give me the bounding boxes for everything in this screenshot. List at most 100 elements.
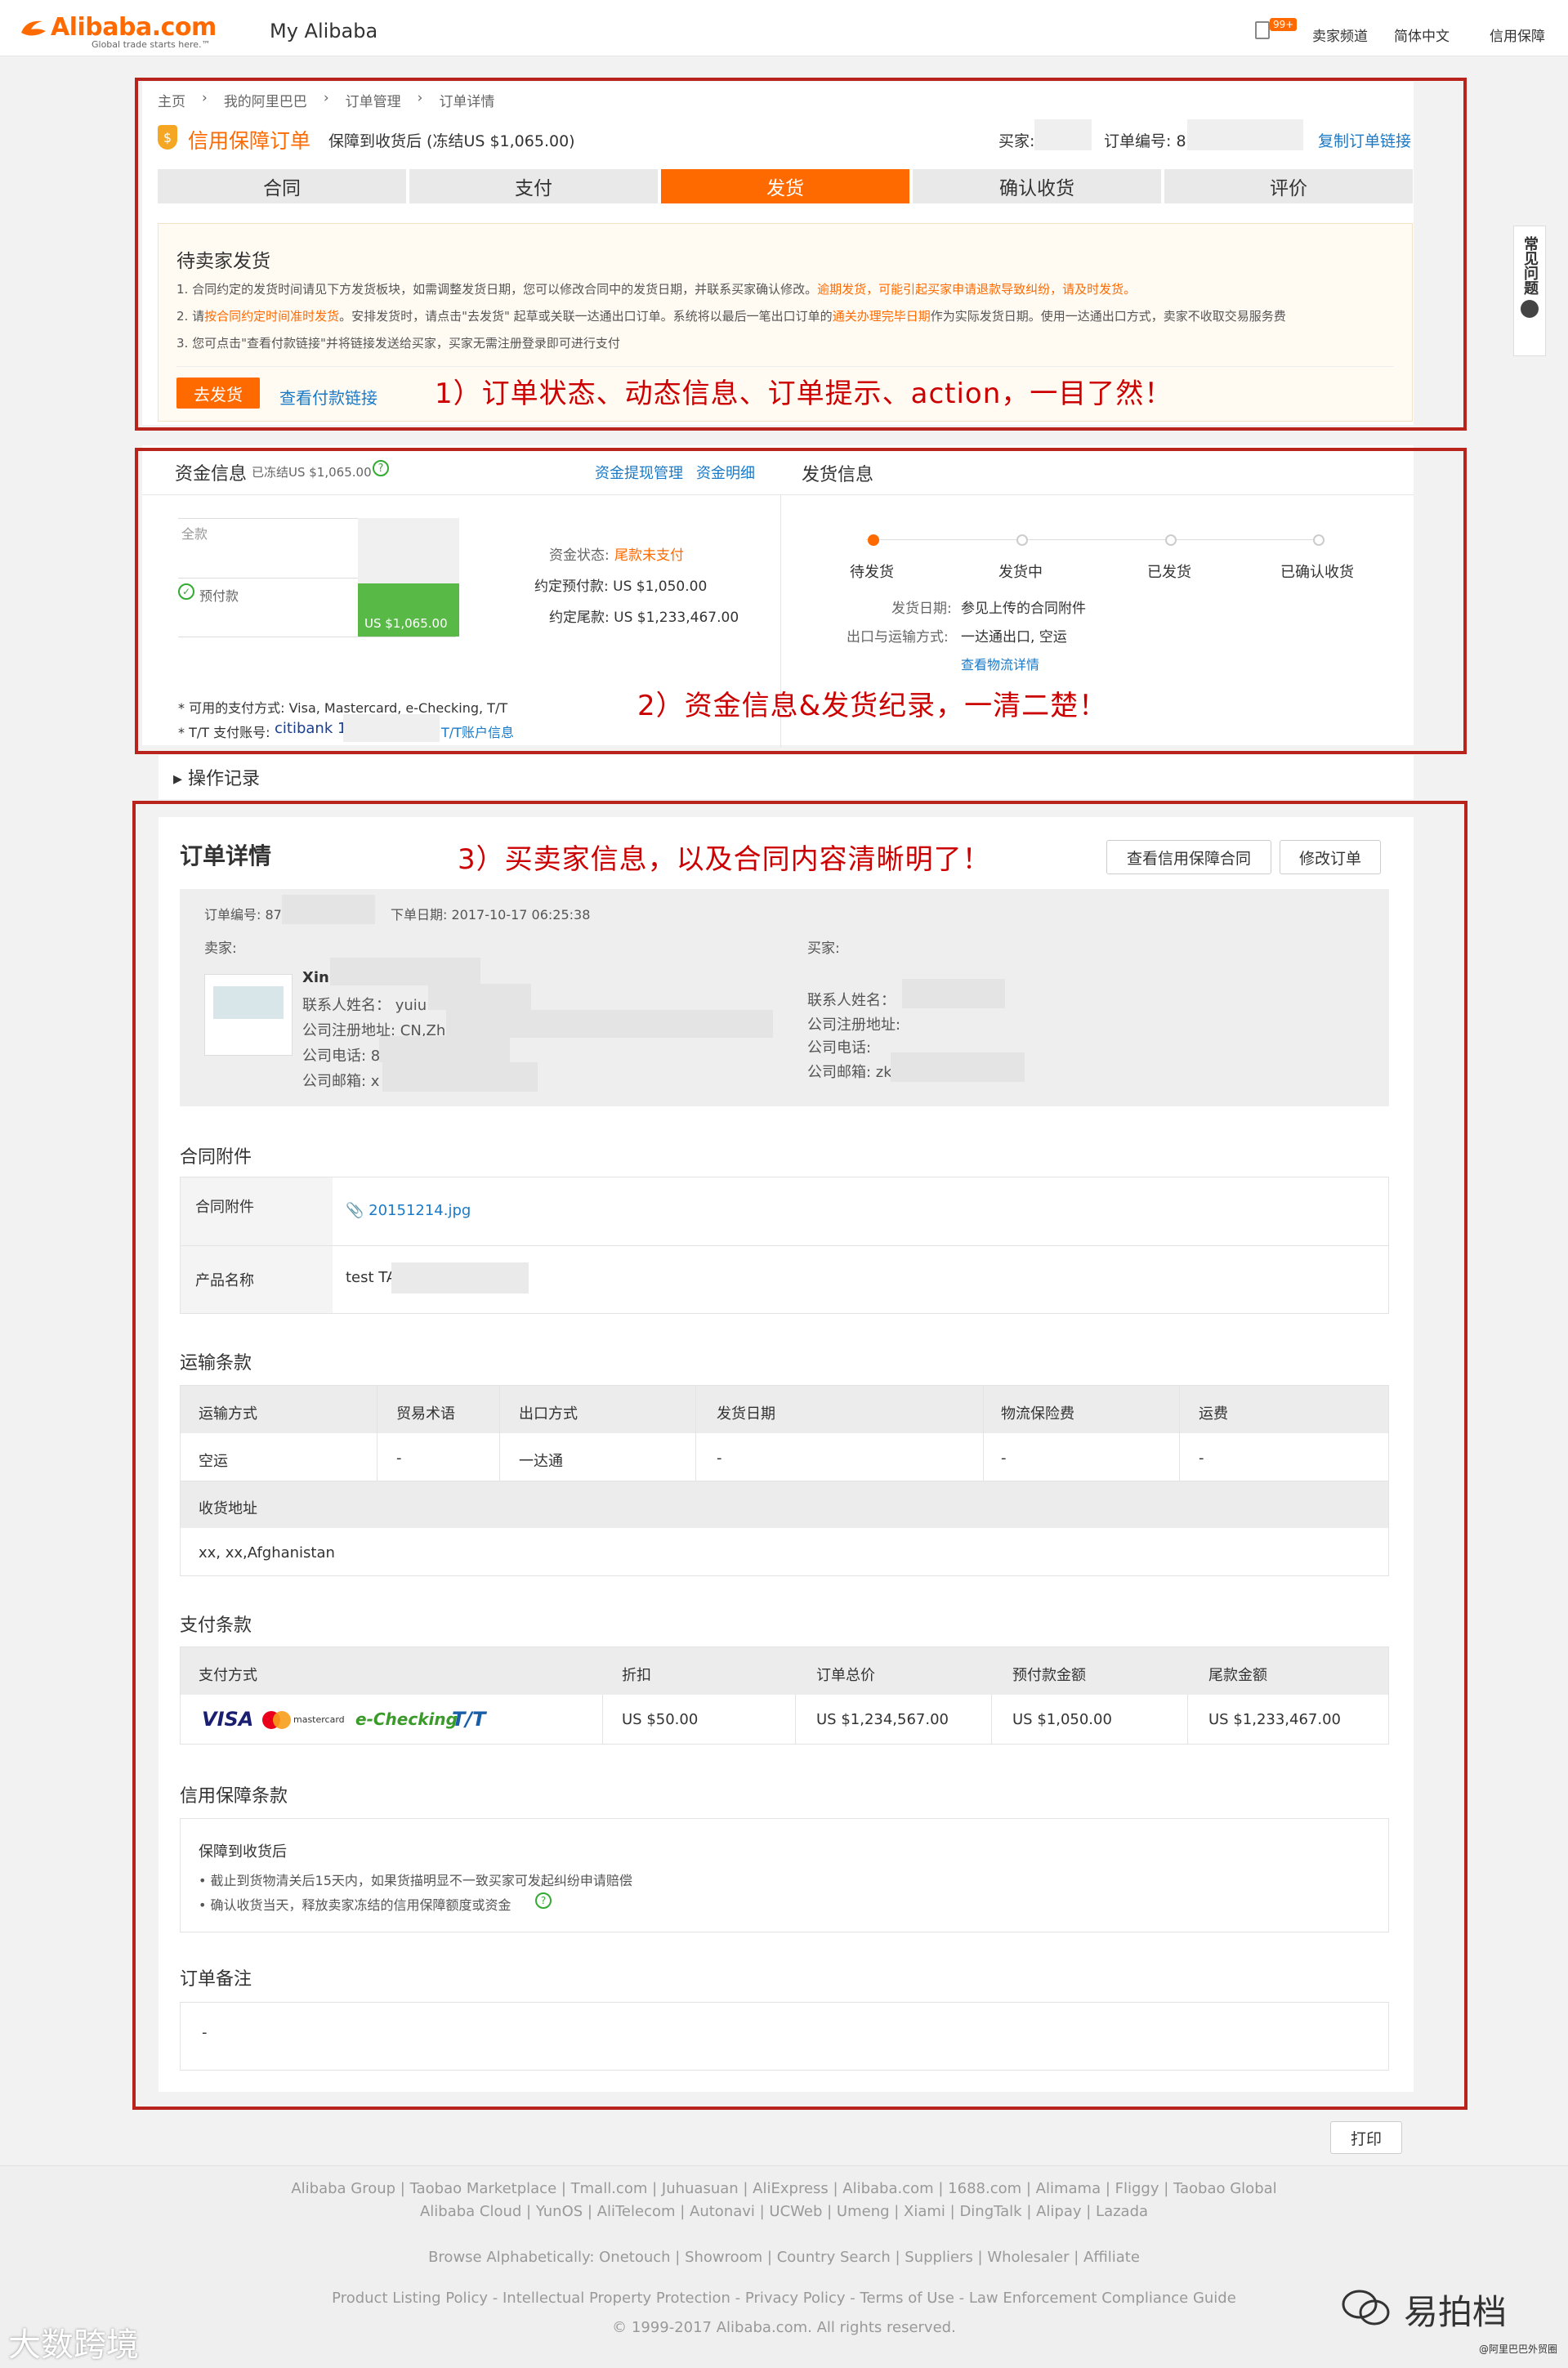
funds-title: 资金信息 bbox=[175, 464, 248, 485]
divider bbox=[499, 1386, 500, 1481]
breadcrumb-current: 订单详情 bbox=[439, 94, 495, 110]
transport-h-incoterm: 贸易术语 bbox=[396, 1405, 455, 1423]
breadcrumb-home[interactable]: 主页 bbox=[158, 90, 185, 110]
footer-copyright: © 1999-2017 Alibaba.com. All rights rese… bbox=[612, 2319, 956, 2336]
footer-links-3[interactable]: Browse Alphabetically: Onetouch | Showro… bbox=[0, 2249, 1568, 2266]
transport-date: - bbox=[717, 1450, 722, 1467]
address-value: xx, xx,Afghanistan bbox=[199, 1544, 335, 1562]
message-icon[interactable] bbox=[1255, 21, 1270, 39]
seller-contact: 联系人姓名： yuiu bbox=[302, 997, 427, 1014]
mastercard-label: mastercard bbox=[293, 1714, 345, 1725]
divider bbox=[991, 1695, 992, 1744]
shipping-dot-in-progress bbox=[1016, 534, 1028, 546]
transport-export: 一达通 bbox=[519, 1453, 563, 1470]
buyer-contact: 联系人姓名： bbox=[807, 992, 896, 1009]
ship-method-value: 一达通出口, 空运 bbox=[961, 629, 1067, 646]
buyer-phone: 公司电话: bbox=[807, 1039, 872, 1057]
agreed-balance: 约定尾款: US $1,233,467.00 bbox=[549, 610, 739, 626]
address-label: 收货地址 bbox=[199, 1500, 257, 1517]
echecking-icon: e-Checking bbox=[355, 1709, 458, 1729]
caption-2: 2）资金信息&发货纪录，一清二楚！ bbox=[637, 690, 1108, 722]
seller-label: 卖家: bbox=[204, 940, 237, 957]
protection-dropdown[interactable]: 保障到收货后 (冻结US $1,065.00) bbox=[328, 129, 575, 151]
logistics-detail-link[interactable]: 查看物流详情 bbox=[961, 654, 1039, 673]
step-review: 评价 bbox=[1164, 169, 1413, 203]
payment-balance: US $1,233,467.00 bbox=[1208, 1711, 1342, 1728]
view-contract-button[interactable]: 查看信用保障合同 bbox=[1106, 840, 1271, 874]
shipping-track bbox=[866, 539, 1324, 540]
shipping-dot-received bbox=[1313, 534, 1325, 546]
footer-links-1[interactable]: Alibaba Group | Taobao Marketplace | Tma… bbox=[0, 2180, 1568, 2197]
redaction-mask bbox=[446, 1010, 773, 1038]
redaction-mask bbox=[891, 1052, 1025, 1082]
nav-trade-assurance[interactable]: 信用保障 bbox=[1490, 25, 1545, 45]
shipping-dot-pending bbox=[868, 534, 879, 546]
tt-account-link[interactable]: T/T账户信息 bbox=[441, 722, 514, 741]
redaction-mask bbox=[1034, 119, 1092, 150]
shipping-title: 发货信息 bbox=[802, 465, 874, 485]
buyer-label: 买家: bbox=[998, 132, 1035, 150]
visa-icon: VISA bbox=[202, 1708, 254, 1731]
page-title: My Alibaba bbox=[270, 20, 378, 42]
modify-order-button[interactable]: 修改订单 bbox=[1280, 840, 1381, 874]
payment-table: 支付方式 折扣 订单总价 预付款金额 尾款金额 VISA mastercard … bbox=[180, 1646, 1389, 1745]
redaction-mask bbox=[343, 714, 440, 742]
shipping-step-1: 待发货 bbox=[850, 564, 894, 581]
avatar-icon bbox=[1521, 300, 1539, 318]
guarantee-box: 保障到收货后 • 截止到货物清关后15天内，如果货描明显不一致买家可发起纠纷申请… bbox=[180, 1818, 1389, 1932]
buyer-email: 公司邮箱: zk bbox=[807, 1064, 892, 1081]
withdraw-manage-link[interactable]: 资金提现管理 bbox=[595, 462, 683, 483]
mastercard-icon-2 bbox=[273, 1711, 291, 1729]
footer-links-2[interactable]: Alibaba Cloud | YunOS | AliTelecom | Aut… bbox=[0, 2203, 1568, 2220]
guarantee-item-2: • 确认收货当天，释放卖家冻结的信用保障额度或资金 bbox=[199, 1897, 511, 1913]
divider bbox=[181, 1245, 1388, 1246]
notice-line-1: 1. 合同约定的发货时间请见下方发货板块，如需调整发货日期，您可以修改合同中的发… bbox=[176, 282, 1137, 297]
shipping-step-4: 已确认收货 bbox=[1280, 564, 1354, 581]
nav-seller-channel[interactable]: 卖家频道 bbox=[1312, 25, 1368, 45]
transport-h-freight: 运费 bbox=[1199, 1405, 1228, 1423]
check-icon: ✓ bbox=[178, 583, 194, 600]
transport-h-mode: 运输方式 bbox=[199, 1405, 257, 1423]
attachment-file-link[interactable]: 📎 20151214.jpg bbox=[346, 1202, 471, 1219]
transport-h-insurance: 物流保险费 bbox=[1001, 1405, 1074, 1423]
tt-icon: T/T bbox=[452, 1708, 486, 1731]
caption-3: 3）买卖家信息，以及合同内容清晰明了！ bbox=[458, 843, 991, 876]
payment-title: 支付条款 bbox=[180, 1615, 252, 1636]
payment-h-discount: 折扣 bbox=[622, 1667, 651, 1684]
payment-h-balance: 尾款金额 bbox=[1208, 1667, 1267, 1684]
ship-now-button[interactable]: 去发货 bbox=[176, 378, 260, 409]
product-name-label: 产品名称 bbox=[195, 1272, 254, 1289]
divider bbox=[142, 494, 1414, 495]
nav-language[interactable]: 简体中文 bbox=[1394, 25, 1450, 45]
divider bbox=[695, 1386, 696, 1481]
prepay-label: 预付款 bbox=[199, 588, 239, 604]
op-log-toggle[interactable]: ▸ 操作记录 bbox=[173, 764, 260, 790]
product-name-value: test TA bbox=[346, 1269, 397, 1286]
order-date: 下单日期: 2017-10-17 06:25:38 bbox=[391, 907, 591, 923]
help-icon[interactable]: ? bbox=[373, 460, 389, 476]
ship-method-label: 出口与运输方式: bbox=[847, 629, 949, 646]
breadcrumb-sep-icon: › bbox=[417, 90, 423, 106]
order-detail-title: 订单详情 bbox=[180, 842, 272, 869]
breadcrumb: 主页 › 我的阿里巴巴 › 订单管理 › 订单详情 bbox=[158, 90, 494, 110]
full-payment-label: 全款 bbox=[181, 526, 208, 542]
fund-detail-link[interactable]: 资金明细 bbox=[696, 462, 755, 483]
copy-order-link[interactable]: 复制订单链接 bbox=[1318, 129, 1411, 151]
breadcrumb-order-manage[interactable]: 订单管理 bbox=[346, 90, 401, 110]
notice-line-2: 2. 请按合同约定时间准时发货。安排发货时，请点击"去发货" 起草或关联一达通出… bbox=[176, 309, 1286, 324]
help-icon[interactable]: ? bbox=[535, 1892, 552, 1909]
ship-date-value: 参见上传的合同附件 bbox=[961, 601, 1086, 617]
footer-links-4[interactable]: Product Listing Policy - Intellectual Pr… bbox=[0, 2290, 1568, 2307]
view-payment-link[interactable]: 查看付款链接 bbox=[279, 385, 377, 409]
print-button[interactable]: 打印 bbox=[1330, 2121, 1402, 2154]
side-help-widget[interactable]: 常见问题 bbox=[1513, 226, 1546, 356]
breadcrumb-my-alibaba[interactable]: 我的阿里巴巴 bbox=[224, 90, 307, 110]
wechat-icon bbox=[1340, 2285, 1392, 2330]
shield-icon: $ bbox=[158, 125, 177, 150]
shipping-dot-shipped bbox=[1165, 534, 1177, 546]
seller-email: 公司邮箱: x bbox=[302, 1073, 380, 1090]
order-number: 订单编号: 87 bbox=[1104, 132, 1196, 150]
alibaba-logo[interactable]: Alibaba.com Global trade starts here.™ bbox=[18, 13, 232, 51]
ship-date-label: 发货日期: bbox=[891, 601, 952, 617]
breadcrumb-sep-icon: › bbox=[202, 90, 208, 106]
